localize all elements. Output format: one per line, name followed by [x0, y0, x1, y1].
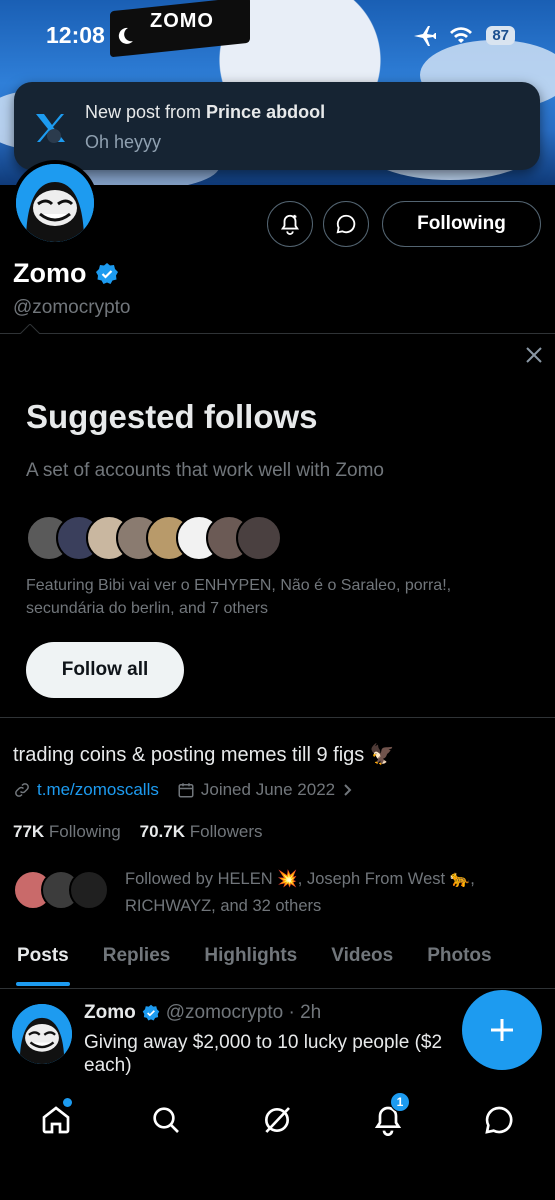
follow-counts: 77K Following 70.7K Followers: [13, 822, 263, 842]
notification-message: Oh heyyy: [85, 132, 162, 152]
joined-date: Joined June 2022: [200, 780, 336, 799]
post-meta: @zomocrypto · 2h: [165, 1002, 322, 1023]
divider: [0, 717, 555, 718]
post-author-name[interactable]: Zomo: [84, 1002, 136, 1024]
notification-author: Prince abdool: [206, 102, 326, 122]
suggested-avatar: [236, 515, 282, 561]
bottom-navigation: 1: [0, 1080, 555, 1200]
status-time: 12:08: [46, 22, 105, 48]
post-avatar[interactable]: [12, 1004, 72, 1064]
notification-title: New post from Prince abdool: [85, 102, 326, 122]
push-notification[interactable]: New post from Prince abdool Oh heyyy: [14, 82, 540, 170]
nav-home[interactable]: [34, 1098, 78, 1142]
suggested-follows-title: Suggested follows: [26, 398, 318, 435]
nav-search[interactable]: [144, 1098, 188, 1142]
troll-face-avatar: [12, 1004, 72, 1064]
nav-messages[interactable]: [477, 1098, 521, 1142]
nav-notifications[interactable]: 1: [366, 1092, 410, 1142]
message-button[interactable]: [323, 201, 369, 247]
suggested-featuring-text: Featuring Bibi vai ver o ENHYPEN, Não é …: [26, 577, 452, 617]
home-icon: [42, 1106, 70, 1134]
post-header: Zomo @zomocrypto · 2h: [84, 1002, 321, 1024]
divider: [0, 988, 555, 989]
profile-name: Zomo: [13, 258, 119, 289]
grok-icon: [265, 1107, 290, 1133]
notify-bell-button[interactable]: [267, 201, 313, 247]
profile-tabs: Posts Replies Highlights Videos Photos: [0, 940, 555, 988]
profile-bio: trading coins & posting memes till 9 fig…: [13, 744, 395, 766]
troll-face-avatar: [16, 164, 94, 242]
followed-by-text[interactable]: Followed by HELEN 💥, Joseph From West 🐆,…: [125, 866, 535, 920]
calendar-icon: [178, 783, 194, 798]
following-count-link[interactable]: 77K Following: [13, 822, 121, 841]
airplane-icon: [414, 26, 437, 46]
tab-videos[interactable]: Videos: [314, 940, 410, 988]
bell-plus-icon: [280, 214, 300, 235]
profile-name-text: Zomo: [13, 258, 87, 288]
verified-badge-icon[interactable]: [95, 262, 119, 286]
link-icon: [15, 783, 29, 797]
unread-dot: [63, 1098, 72, 1107]
followers-count-link[interactable]: 70.7K Followers: [140, 822, 263, 841]
suggested-follows-subtitle: A set of accounts that work well with Zo…: [26, 460, 384, 481]
x-logo-icon: [36, 114, 65, 143]
tab-photos[interactable]: Photos: [410, 940, 508, 988]
chevron-right-icon[interactable]: [341, 783, 355, 797]
moon-icon: [118, 27, 133, 44]
wifi-icon: [450, 27, 473, 43]
banner-flag-text: ZOMO: [150, 10, 214, 32]
caret-pointer: [20, 324, 40, 334]
follow-all-button[interactable]: Follow all: [26, 642, 184, 698]
status-icons: 87: [412, 24, 515, 46]
post-text-continued[interactable]: each): [84, 1055, 132, 1077]
verified-badge-icon: [142, 1004, 159, 1021]
profile-avatar[interactable]: [12, 160, 98, 246]
following-button[interactable]: Following: [382, 201, 541, 247]
tab-posts[interactable]: Posts: [0, 940, 86, 988]
nav-grok[interactable]: [255, 1098, 299, 1142]
message-icon: [485, 1106, 513, 1134]
message-icon: [336, 214, 356, 234]
divider: [0, 333, 555, 334]
notifications-badge: 1: [390, 1092, 410, 1112]
profile-handle: @zomocrypto: [13, 297, 131, 318]
follower-avatar: [69, 870, 109, 910]
close-icon[interactable]: [524, 345, 544, 365]
tab-replies[interactable]: Replies: [86, 940, 188, 988]
followed-by-avatars[interactable]: [13, 870, 113, 910]
profile-meta: t.me/zomoscalls Joined June 2022: [13, 780, 355, 800]
plus-icon: [491, 1019, 513, 1041]
battery-indicator: 87: [486, 25, 515, 45]
post-text[interactable]: Giving away $2,000 to 10 lucky people ($…: [84, 1030, 484, 1055]
compose-post-button[interactable]: [462, 990, 542, 1070]
search-icon: [153, 1107, 179, 1133]
tab-highlights[interactable]: Highlights: [187, 940, 314, 988]
profile-link[interactable]: t.me/zomoscalls: [37, 780, 159, 800]
